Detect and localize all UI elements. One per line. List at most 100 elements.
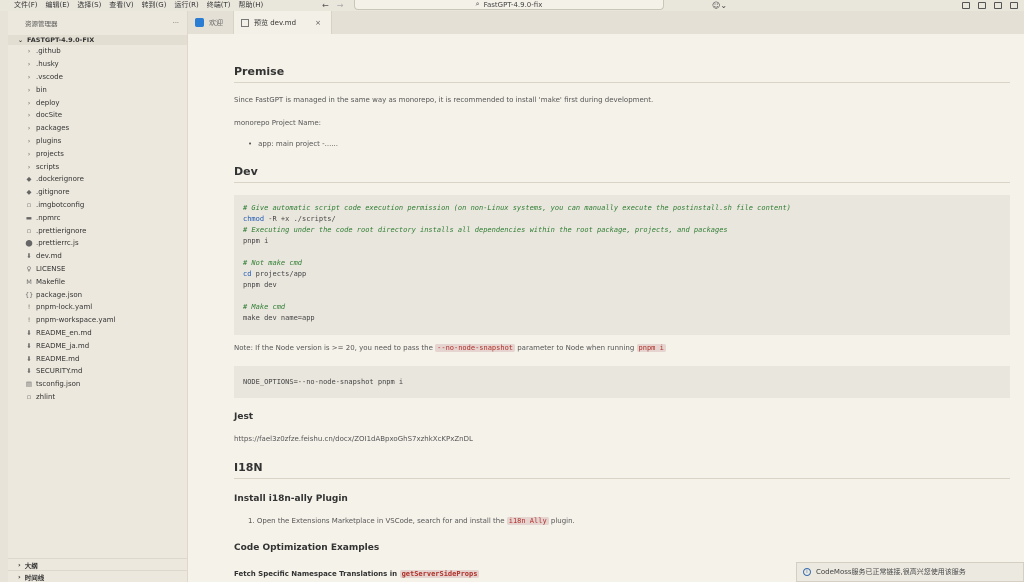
markdown-preview[interactable]: Premise Since FastGPT is managed in the … xyxy=(188,34,1024,582)
tsconfig-icon: ▤ xyxy=(25,380,33,389)
tree-file[interactable]: ◆ .dockerignore xyxy=(8,173,187,186)
code-block-node-options[interactable]: NODE_OPTIONS=--no-node-snapshot pnpm i xyxy=(234,366,1010,398)
tree-file[interactable]: ♀ LICENSE xyxy=(8,263,187,276)
docker-icon: ◆ xyxy=(26,175,32,184)
js-icon: ⬤ xyxy=(25,239,33,248)
tree-item-label: .vscode xyxy=(36,72,63,81)
tree-folder[interactable]: › plugins xyxy=(8,135,187,148)
monorepo-label: monorepo Project Name: xyxy=(234,119,321,127)
code-args: -R +x ./scripts/ xyxy=(264,215,336,223)
tree-file[interactable]: ▫ .imgbotconfig xyxy=(8,199,187,212)
tree-file[interactable]: M Makefile xyxy=(8,275,187,288)
tree-item-label: .husky xyxy=(36,60,59,69)
tree-folder[interactable]: › projects xyxy=(8,147,187,160)
tree-folder[interactable]: › packages xyxy=(8,122,187,135)
tree-file[interactable]: ▬ .npmrc xyxy=(8,211,187,224)
menu-item[interactable]: 选择(S) xyxy=(73,0,105,11)
menu-item[interactable]: 帮助(H) xyxy=(235,0,268,11)
layout-controls xyxy=(962,0,1024,11)
code-line: pnpm i xyxy=(243,237,269,245)
menu-item[interactable]: 文件(F) xyxy=(10,0,42,11)
menu-item[interactable]: 查看(V) xyxy=(105,0,137,11)
tab-welcome[interactable]: 欢迎 xyxy=(188,11,234,34)
toggle-panel-icon[interactable] xyxy=(978,2,986,9)
note-mid: parameter to Node when running xyxy=(515,344,637,352)
fetch-namespace-text: Fetch Specific Namespace Translations in… xyxy=(234,570,480,578)
code-block-dev[interactable]: # Give automatic script code execution p… xyxy=(234,195,1010,335)
tree-item-label: package.json xyxy=(36,290,83,299)
tree-item-label: .npmrc xyxy=(36,213,61,222)
inline-code-no-node-snapshot: --no-node-snapshot xyxy=(435,344,515,352)
tree-file[interactable]: ⬇ README_ja.md xyxy=(8,339,187,352)
tree-folder[interactable]: › .github xyxy=(8,45,187,58)
command-center[interactable]: ⌕ FastGPT-4.9.0-fix xyxy=(354,0,664,10)
tree-item-label: dev.md xyxy=(36,252,62,261)
tree-folder[interactable]: › bin xyxy=(8,83,187,96)
more-actions-icon[interactable]: ··· xyxy=(173,19,179,27)
customize-layout-icon[interactable] xyxy=(1010,2,1018,9)
command-center-label: FastGPT-4.9.0-fix xyxy=(483,0,543,9)
tree-item-label: docSite xyxy=(36,111,63,120)
menu-item[interactable]: 编辑(E) xyxy=(42,0,74,11)
tree-folder[interactable]: › .vscode xyxy=(8,71,187,84)
code-line: # Executing under the code root director… xyxy=(243,225,1001,236)
tree-file[interactable]: ⬤ .prettierrc.js xyxy=(8,237,187,250)
tree-item-label: plugins xyxy=(36,136,62,145)
tree-folder[interactable]: › docSite xyxy=(8,109,187,122)
tree-file[interactable]: ⬇ README.md xyxy=(8,352,187,365)
inline-code-i18n-ally: i18n Ally xyxy=(506,517,549,525)
tree-file[interactable]: {} package.json xyxy=(8,288,187,301)
timeline-section[interactable]: › 时间线 xyxy=(8,570,187,582)
code-comment: # Give automatic script code execution p… xyxy=(243,204,791,212)
node-version-note: Note: If the Node version is >= 20, you … xyxy=(234,344,666,352)
jest-link[interactable]: https://fael3z0zfze.feishu.cn/docx/ZOI1d… xyxy=(234,435,473,443)
toggle-secondary-sidebar-icon[interactable] xyxy=(994,2,1002,9)
json-icon: {} xyxy=(25,290,34,299)
tree-item-label: .dockerignore xyxy=(36,175,84,184)
tree-file[interactable]: ▫ zhlint xyxy=(8,391,187,404)
forward-arrow-icon[interactable]: → xyxy=(337,0,344,11)
tree-file[interactable]: ⬇ SECURITY.md xyxy=(8,365,187,378)
tree-item-label: projects xyxy=(36,149,64,158)
outline-label: 大纲 xyxy=(24,561,38,570)
tree-folder[interactable]: › scripts xyxy=(8,160,187,173)
code-line: # Make cmd xyxy=(243,302,1001,313)
search-icon: ⌕ xyxy=(475,0,480,8)
back-arrow-icon[interactable]: ← xyxy=(322,0,329,11)
tree-item-label: .github xyxy=(36,47,61,56)
tree-file[interactable]: ▤ tsconfig.json xyxy=(8,378,187,391)
prettier-icon: ▫ xyxy=(26,226,32,235)
file-tree: › .github › .husky › .vscode › bin › deploy › docSi… xyxy=(8,45,187,403)
close-icon[interactable]: × xyxy=(315,19,321,27)
tree-file[interactable]: ⬇ README_en.md xyxy=(8,327,187,340)
menu-item[interactable]: 转到(G) xyxy=(138,0,171,11)
npm-icon: ▬ xyxy=(25,213,33,222)
workspace-root[interactable]: ⌄ FASTGPT-4.9.0-FIX xyxy=(8,35,187,45)
code-line: make dev name=app xyxy=(243,314,315,322)
tree-item-label: .prettierrc.js xyxy=(36,239,79,248)
tree-folder[interactable]: › .husky xyxy=(8,58,187,71)
inline-code-getserversideprops: getServerSideProps xyxy=(399,570,480,578)
chevron-right-icon: › xyxy=(18,560,21,569)
tab-preview-dev-md[interactable]: 预览 dev.md × xyxy=(234,11,332,34)
tree-file[interactable]: ! pnpm-workspace.yaml xyxy=(8,314,187,327)
tree-file[interactable]: ! pnpm-lock.yaml xyxy=(8,301,187,314)
chevron-right-icon: › xyxy=(27,111,31,120)
menu-item[interactable]: 运行(R) xyxy=(170,0,202,11)
tree-file[interactable]: ▫ .prettierignore xyxy=(8,224,187,237)
license-icon: ♀ xyxy=(26,264,32,273)
markdown-icon: ⬇ xyxy=(26,367,32,376)
copilot-icon[interactable]: ☺⌄ xyxy=(712,0,727,11)
notification-toast[interactable]: i CodeMoss服务已正常链接,很高兴您使用该服务 xyxy=(796,562,1024,582)
heading-jest: Jest xyxy=(234,412,254,422)
toggle-primary-sidebar-icon[interactable] xyxy=(962,2,970,9)
title-bar: 文件(F) 编辑(E) 选择(S) 查看(V) 转到(G) 运行(R) 终端(T) 帮助(H)… xyxy=(0,0,1024,11)
outline-section[interactable]: › 大纲 xyxy=(8,558,187,570)
tree-file[interactable]: ◆ .gitignore xyxy=(8,186,187,199)
menu-item[interactable]: 终端(T) xyxy=(203,0,235,11)
tree-folder[interactable]: › deploy xyxy=(8,96,187,109)
file-icon: ▫ xyxy=(26,200,32,209)
code-line: cd projects/app xyxy=(243,269,1001,280)
tree-file[interactable]: ⬇ dev.md xyxy=(8,250,187,263)
